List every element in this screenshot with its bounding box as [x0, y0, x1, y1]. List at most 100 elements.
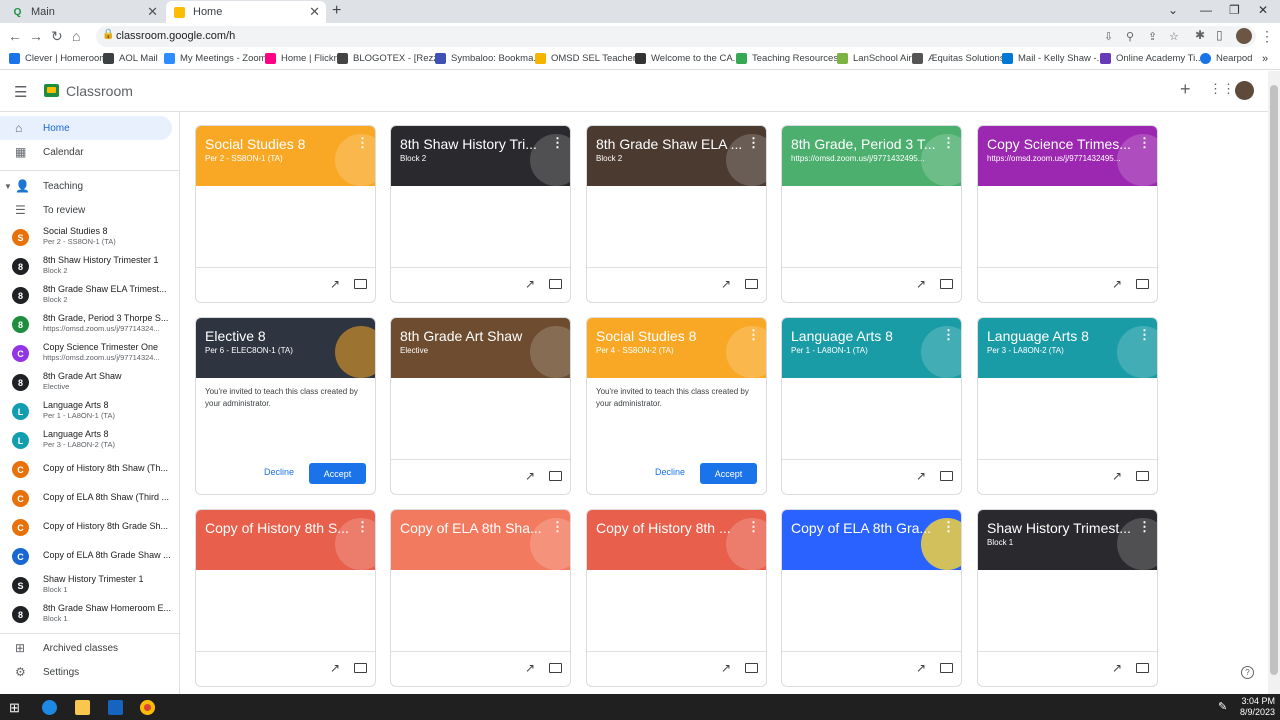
bookmark-item[interactable]: BLOGOTEX - [Rezz... — [337, 53, 446, 64]
card-banner[interactable]: Copy of ELA 8th Gra... ⋮ — [782, 510, 961, 570]
card-banner[interactable]: Copy of History 8th S... ⋮ — [196, 510, 375, 570]
sidebar-class-item[interactable]: S Social Studies 8 Per 2 - SS8ON-1 (TA) — [0, 223, 178, 251]
restore-icon[interactable]: ❐ — [1229, 3, 1240, 17]
browser-menu-icon[interactable]: ⋮ — [1260, 28, 1274, 45]
card-banner[interactable]: Social Studies 8 Per 2 - SS8ON-1 (TA) ⋮ — [196, 126, 375, 186]
zoom-icon[interactable]: ⚲ — [1126, 30, 1134, 43]
sidebar-item-home[interactable]: ⌂ Home — [0, 116, 172, 140]
folder-icon[interactable] — [1136, 663, 1149, 673]
bookmark-item[interactable]: AOL Mail — [103, 53, 158, 64]
scrollbar-thumb[interactable] — [1270, 85, 1278, 675]
more-bookmarks-icon[interactable]: » — [1262, 53, 1268, 65]
more-options-icon[interactable]: ⋮ — [942, 135, 955, 151]
bookmark-item[interactable]: Mail - Kelly Shaw -... — [1002, 53, 1105, 64]
sidebar-class-item[interactable]: 8 8th Grade, Period 3 Thorpe S... https://… — [0, 310, 178, 338]
more-options-icon[interactable]: ⋮ — [942, 327, 955, 343]
more-options-icon[interactable]: ⋮ — [551, 519, 564, 535]
bookmark-item[interactable]: Æquitas Solutions — [912, 53, 1005, 64]
lock-icon[interactable]: 🔒 — [102, 29, 114, 40]
gradebook-trend-icon[interactable]: ↗ — [1112, 661, 1122, 675]
sidebar-item-to-review[interactable]: ☰ To review — [0, 198, 172, 222]
page-scrollbar[interactable] — [1268, 71, 1280, 694]
folder-icon[interactable] — [745, 663, 758, 673]
folder-icon[interactable] — [940, 663, 953, 673]
tab-home[interactable]: Home ✕ — [166, 1, 326, 23]
sidebar-class-item[interactable]: 8 8th Grade Shaw ELA Trimest... Block 2 — [0, 281, 178, 309]
sidebar-class-item[interactable]: C Copy of History 8th Shaw (Th... — [0, 455, 178, 483]
accept-button[interactable]: Accept — [309, 463, 366, 484]
bookmark-item[interactable]: Welcome to the CA... — [635, 53, 741, 64]
decline-button[interactable]: Decline — [264, 467, 294, 477]
sidebar-class-item[interactable]: 8 8th Grade Art Shaw Elective — [0, 368, 178, 396]
more-options-icon[interactable]: ⋮ — [551, 135, 564, 151]
address-bar[interactable]: 🔒 classroom.google.com/h ⇩ ⚲ ⇪ ☆ — [96, 26, 1256, 47]
accept-button[interactable]: Accept — [700, 463, 757, 484]
more-options-icon[interactable]: ⋮ — [747, 519, 760, 535]
sidebar-class-item[interactable]: 8 8th Shaw History Trimester 1 Block 2 — [0, 252, 178, 280]
class-card[interactable]: Social Studies 8 Per 4 - SS8ON-2 (TA) ⋮ Yo… — [586, 317, 767, 495]
class-card[interactable]: Copy of History 8th ... ⋮ ↗ — [586, 509, 767, 687]
folder-icon[interactable] — [549, 279, 562, 289]
gradebook-trend-icon[interactable]: ↗ — [721, 661, 731, 675]
class-card[interactable]: Shaw History Trimest... Block 1 ⋮ ↗ — [977, 509, 1158, 687]
sidebar-class-item[interactable]: 8 8th Grade Shaw Homeroom E... Block 1 — [0, 600, 178, 628]
class-card[interactable]: Elective 8 Per 6 - ELEC8ON-1 (TA) You're … — [195, 317, 376, 495]
card-banner[interactable]: Elective 8 Per 6 - ELEC8ON-1 (TA) — [196, 318, 375, 378]
more-options-icon[interactable]: ⋮ — [1138, 519, 1151, 535]
tab-search-icon[interactable]: ⌄ — [1168, 3, 1178, 17]
folder-icon[interactable] — [354, 279, 367, 289]
folder-icon[interactable] — [354, 663, 367, 673]
gradebook-trend-icon[interactable]: ↗ — [721, 277, 731, 291]
bookmark-item[interactable]: Clever | Homeroom — [9, 53, 107, 64]
class-card[interactable]: 8th Grade Shaw ELA ... Block 2 ⋮ ↗ — [586, 125, 767, 303]
back-icon[interactable]: ← — [8, 28, 22, 44]
pen-icon[interactable]: ✎ — [1218, 700, 1233, 715]
bookmark-item[interactable]: My Meetings - Zoom — [164, 53, 267, 64]
class-card[interactable]: Copy Science Trimes... https://omsd.zoom.… — [977, 125, 1158, 303]
folder-icon[interactable] — [1136, 279, 1149, 289]
class-card[interactable]: 8th Grade, Period 3 T... https://omsd.zoo… — [781, 125, 962, 303]
sidebar-item-teaching[interactable]: ▼ 👤 Teaching — [0, 174, 172, 198]
chrome-icon[interactable] — [140, 700, 155, 715]
bookmark-star-icon[interactable]: ☆ — [1169, 30, 1179, 43]
side-panel-icon[interactable]: ▯ — [1216, 28, 1223, 42]
home-icon[interactable]: ⌂ — [72, 28, 80, 44]
gradebook-trend-icon[interactable]: ↗ — [916, 469, 926, 483]
class-card[interactable]: Social Studies 8 Per 2 - SS8ON-1 (TA) ⋮ ↗ — [195, 125, 376, 303]
bookmark-item[interactable]: Nearpod — [1200, 53, 1252, 64]
folder-icon[interactable] — [1136, 471, 1149, 481]
class-card[interactable]: Copy of ELA 8th Gra... ⋮ ↗ — [781, 509, 962, 687]
main-menu-icon[interactable]: ☰ — [14, 83, 27, 101]
folder-icon[interactable] — [549, 471, 562, 481]
profile-avatar[interactable] — [1236, 28, 1252, 44]
card-banner[interactable]: Language Arts 8 Per 1 - LA8ON-1 (TA) ⋮ — [782, 318, 961, 378]
new-tab-button[interactable]: + — [332, 2, 341, 20]
system-clock[interactable]: 3:04 PM 8/9/2023 — [1240, 696, 1275, 718]
folder-icon[interactable] — [549, 663, 562, 673]
edge-browser-icon[interactable] — [42, 700, 57, 715]
more-options-icon[interactable]: ⋮ — [747, 327, 760, 343]
class-card[interactable]: Copy of ELA 8th Sha... ⋮ ↗ — [390, 509, 571, 687]
class-card[interactable]: 8th Grade Art Shaw Elective ↗ — [390, 317, 571, 495]
sidebar-class-item[interactable]: C Copy of ELA 8th Shaw (Third ... — [0, 484, 178, 512]
bookmark-item[interactable]: Teaching Resources... — [736, 53, 846, 64]
more-options-icon[interactable]: ⋮ — [356, 519, 369, 535]
more-options-icon[interactable]: ⋮ — [942, 519, 955, 535]
help-icon[interactable]: ? — [1241, 666, 1254, 679]
decline-button[interactable]: Decline — [655, 467, 685, 477]
card-banner[interactable]: Copy Science Trimes... https://omsd.zoom.… — [978, 126, 1157, 186]
gradebook-trend-icon[interactable]: ↗ — [330, 661, 340, 675]
card-banner[interactable]: 8th Grade Art Shaw Elective — [391, 318, 570, 378]
eit-app-icon[interactable] — [108, 700, 123, 715]
gradebook-trend-icon[interactable]: ↗ — [525, 469, 535, 483]
account-avatar[interactable] — [1235, 81, 1254, 100]
card-banner[interactable]: Copy of History 8th ... ⋮ — [587, 510, 766, 570]
minimize-icon[interactable]: — — [1200, 3, 1212, 17]
bookmark-item[interactable]: LanSchool Air — [837, 53, 912, 64]
app-title[interactable]: Classroom — [66, 83, 133, 99]
class-card[interactable]: Language Arts 8 Per 3 - LA8ON-2 (TA) ⋮ ↗ — [977, 317, 1158, 495]
card-banner[interactable]: 8th Grade Shaw ELA ... Block 2 ⋮ — [587, 126, 766, 186]
class-card[interactable]: Language Arts 8 Per 1 - LA8ON-1 (TA) ⋮ ↗ — [781, 317, 962, 495]
install-icon[interactable]: ⇩ — [1104, 30, 1113, 43]
sidebar-item-archived[interactable]: ⊞ Archived classes — [0, 636, 172, 660]
